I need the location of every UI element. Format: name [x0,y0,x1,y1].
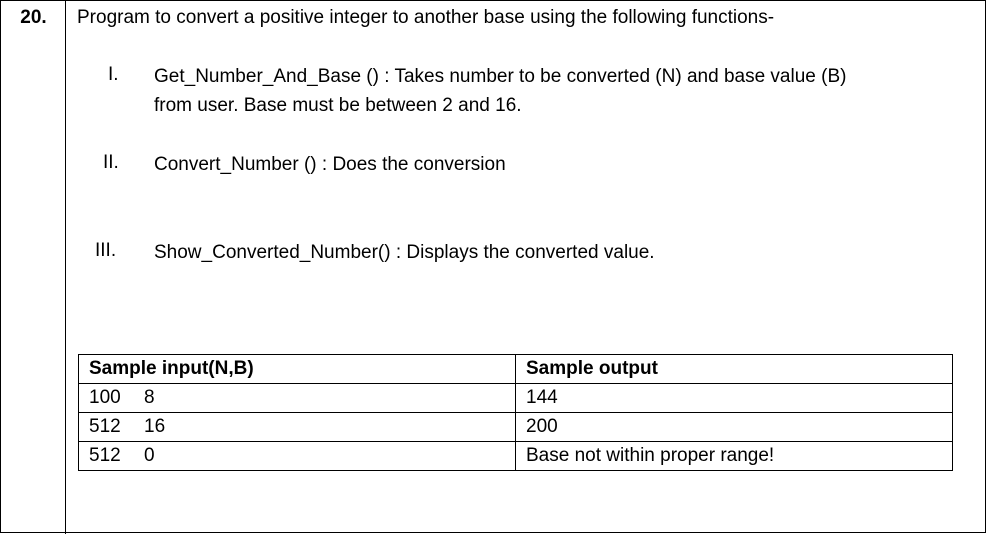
item-text-1-line2: from user. Base must be between 2 and 16… [154,95,522,116]
sample-input-cell: 100 8 [78,383,516,413]
table-row: 100 8 144 [78,383,953,413]
question-frame: 20. Program to convert a positive intege… [0,0,986,534]
header-sample-output: Sample output [515,354,953,384]
item-text-3: Show_Converted_Number() : Displays the c… [154,242,655,263]
sample-output-cell: 200 [515,412,953,442]
item-numeral-3: III. [95,240,117,261]
sample-table: Sample input(N,B) Sample output 100 8 144… [78,354,953,471]
input-n: 100 [89,387,121,408]
sample-input-cell: 512 0 [78,441,516,471]
table-header-row: Sample input(N,B) Sample output [78,354,953,384]
header-sample-input: Sample input(N,B) [78,354,516,384]
sample-output-cell: 144 [515,383,953,413]
sample-input-cell: 512 16 [78,412,516,442]
sample-output-cell: Base not within proper range! [515,441,953,471]
input-b: 8 [144,387,155,408]
input-b: 0 [144,445,155,466]
input-n: 512 [89,445,121,466]
input-n: 512 [89,416,121,437]
question-intro: Program to convert a positive integer to… [77,7,775,28]
item-text-1-line1: Get_Number_And_Base () : Takes number to… [154,66,847,87]
input-b: 16 [144,416,166,437]
item-text-1: Get_Number_And_Base () : Takes number to… [154,62,846,120]
item-numeral-2: II. [103,152,119,173]
table-row: 512 16 200 [78,412,953,442]
table-row: 512 0 Base not within proper range! [78,441,953,471]
question-number-column: 20. [1,1,66,534]
question-number: 20. [20,7,47,28]
item-numeral-1: I. [108,64,119,85]
item-text-2: Convert_Number () : Does the conversion [154,154,506,175]
